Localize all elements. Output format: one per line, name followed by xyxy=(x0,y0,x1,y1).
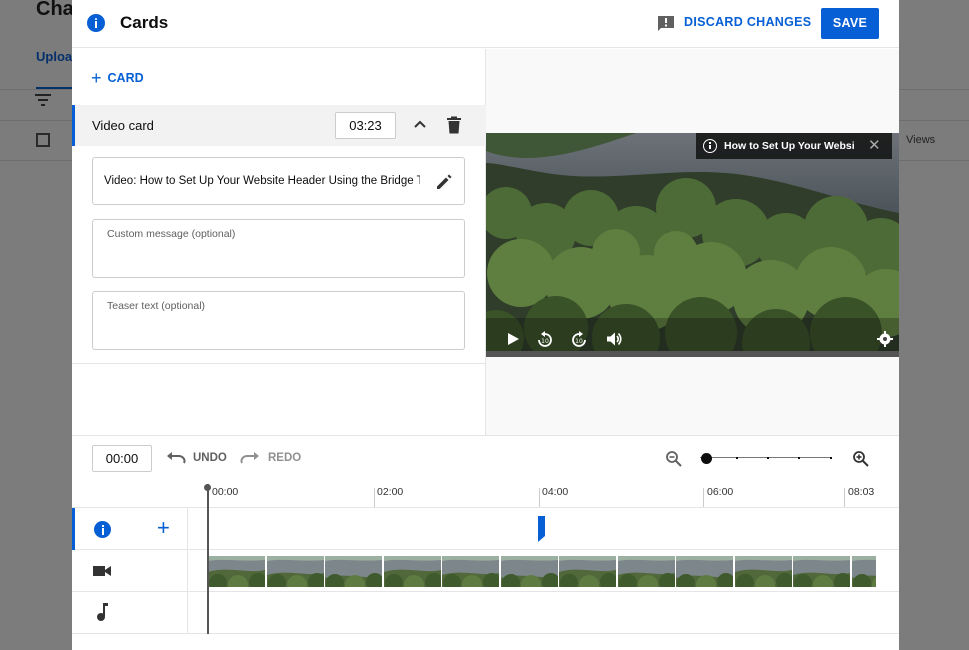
zoom-slider-step xyxy=(767,457,769,459)
timeline-toolbar: 00:00 UNDO REDO xyxy=(72,435,899,480)
music-note-icon xyxy=(97,603,108,621)
ruler-label: 00:00 xyxy=(212,486,239,498)
plus-icon: + xyxy=(91,68,102,88)
feedback-icon[interactable] xyxy=(657,15,675,33)
audio-track-header xyxy=(72,592,188,633)
dialog-footer-space xyxy=(72,635,899,650)
info-icon xyxy=(703,139,717,153)
card-teaser[interactable]: How to Set Up Your Website Header ✕ xyxy=(696,133,892,159)
redo-icon[interactable] xyxy=(240,450,260,466)
play-icon[interactable] xyxy=(504,331,522,347)
card-marker[interactable] xyxy=(538,516,545,542)
add-card-track-button[interactable]: + xyxy=(157,517,170,539)
ruler-tick xyxy=(703,488,704,508)
cards-track-header: + xyxy=(72,508,188,550)
teaser-text-placeholder: Teaser text (optional) xyxy=(107,300,206,312)
chevron-up-icon[interactable] xyxy=(413,117,427,131)
discard-changes-button[interactable]: DISCARD CHANGES xyxy=(684,15,811,29)
save-button[interactable]: SAVE xyxy=(821,8,879,39)
video-track-header xyxy=(72,550,188,591)
card-time-input[interactable]: 03:23 xyxy=(335,112,396,139)
timeline-tracks: + xyxy=(72,507,899,635)
ruler-label: 02:00 xyxy=(377,486,404,498)
video-thumbnail xyxy=(442,556,499,587)
video-thumbnail xyxy=(734,556,792,587)
redo-button[interactable]: REDO xyxy=(268,452,301,464)
video-preview[interactable] xyxy=(486,133,899,351)
undo-button[interactable]: UNDO xyxy=(193,452,227,464)
zoom-slider-step xyxy=(798,457,800,459)
ruler-tick xyxy=(374,488,375,508)
replay-10-icon[interactable]: 10 xyxy=(536,331,554,347)
zoom-slider-track[interactable] xyxy=(700,457,832,458)
add-card-label: CARD xyxy=(107,71,144,85)
videocam-icon xyxy=(93,566,111,576)
add-card-button[interactable]: + CARD xyxy=(91,66,144,88)
card-teaser-text: How to Set Up Your Website Header xyxy=(724,140,854,152)
dialog-header: Cards DISCARD CHANGES SAVE xyxy=(72,0,899,48)
ruler-label: 06:00 xyxy=(707,486,734,498)
svg-text:10: 10 xyxy=(541,338,549,345)
video-thumbnail xyxy=(325,556,382,587)
video-thumbnail xyxy=(851,556,876,587)
ruler-tick xyxy=(844,488,845,508)
dialog-title: Cards xyxy=(120,13,169,32)
audio-track xyxy=(72,592,899,634)
custom-message-placeholder: Custom message (optional) xyxy=(107,228,236,240)
info-icon xyxy=(87,14,105,32)
video-progress-bar[interactable] xyxy=(486,351,899,357)
selected-indicator xyxy=(72,105,75,146)
cards-track: + xyxy=(72,508,899,550)
undo-icon[interactable] xyxy=(166,450,186,466)
custom-message-field[interactable]: Custom message (optional) xyxy=(92,219,465,278)
video-select-value: Video: How to Set Up Your Website Header… xyxy=(104,175,420,187)
zoom-slider-step xyxy=(736,457,738,459)
cards-dialog: Cards DISCARD CHANGES SAVE + CARD Video c… xyxy=(72,0,899,650)
cards-panel: + CARD Video card 03:23 Video: How to Set… xyxy=(72,49,486,435)
timeline-ruler: 00:00 02:00 04:00 06:00 08:03 xyxy=(208,480,881,508)
zoom-in-icon[interactable] xyxy=(852,450,870,468)
video-thumbnail xyxy=(266,556,324,587)
timeline-time-input[interactable]: 00:00 xyxy=(92,445,152,472)
trash-icon[interactable] xyxy=(446,116,462,134)
close-icon[interactable]: ✕ xyxy=(868,136,881,154)
video-thumbnail xyxy=(617,556,675,587)
video-thumbnail-strip[interactable] xyxy=(208,556,879,587)
card-type-label: Video card xyxy=(92,118,154,133)
video-thumbnail xyxy=(793,556,850,587)
zoom-slider-step xyxy=(830,457,832,459)
playhead-handle[interactable] xyxy=(204,484,211,491)
teaser-text-field[interactable]: Teaser text (optional) xyxy=(92,291,465,350)
forward-10-icon[interactable]: 10 xyxy=(570,331,588,347)
card-header-row[interactable]: Video card 03:23 xyxy=(72,105,486,146)
zoom-slider-handle[interactable] xyxy=(701,453,712,464)
svg-text:10: 10 xyxy=(575,338,583,345)
video-thumbnail xyxy=(676,556,733,587)
video-thumbnail xyxy=(500,556,558,587)
gear-icon[interactable] xyxy=(876,331,894,347)
pencil-icon[interactable] xyxy=(435,173,453,191)
video-track xyxy=(72,550,899,592)
panel-divider xyxy=(72,363,486,364)
info-icon xyxy=(94,521,111,538)
video-select-field[interactable]: Video: How to Set Up Your Website Header… xyxy=(92,157,465,205)
ruler-label: 04:00 xyxy=(542,486,569,498)
video-thumbnail xyxy=(208,556,265,587)
video-thumbnail xyxy=(383,556,441,587)
ruler-label: 08:03 xyxy=(848,486,875,498)
preview-area: How to Set Up Your Website Header ✕ 10 1… xyxy=(486,49,899,435)
zoom-out-icon[interactable] xyxy=(665,450,683,468)
ruler-tick xyxy=(539,488,540,508)
video-thumbnail xyxy=(559,556,616,587)
playhead[interactable] xyxy=(207,484,209,634)
volume-icon[interactable] xyxy=(605,331,623,347)
selected-indicator xyxy=(72,508,75,550)
